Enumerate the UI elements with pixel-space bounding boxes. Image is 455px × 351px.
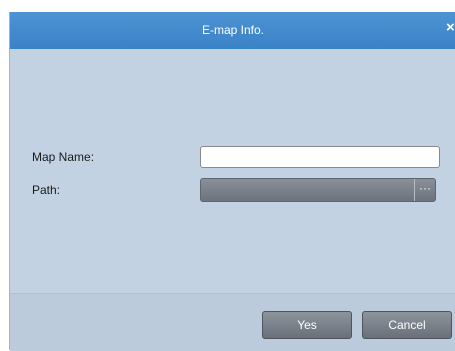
path-label: Path:	[32, 183, 61, 197]
ellipsis-icon[interactable]: ···	[414, 179, 435, 201]
emap-info-dialog: E-map Info. × Map Name: Path: ··· Yes Ca…	[9, 12, 455, 351]
yes-button[interactable]: Yes	[262, 311, 352, 339]
dialog-title: E-map Info.	[201, 23, 265, 37]
dialog-titlebar[interactable]: E-map Info. ×	[10, 12, 455, 49]
path-field[interactable]: ···	[200, 178, 436, 202]
close-icon[interactable]: ×	[446, 20, 455, 35]
map-name-label: Map Name:	[32, 150, 95, 164]
map-name-input[interactable]	[200, 146, 440, 168]
cancel-button[interactable]: Cancel	[362, 311, 452, 339]
